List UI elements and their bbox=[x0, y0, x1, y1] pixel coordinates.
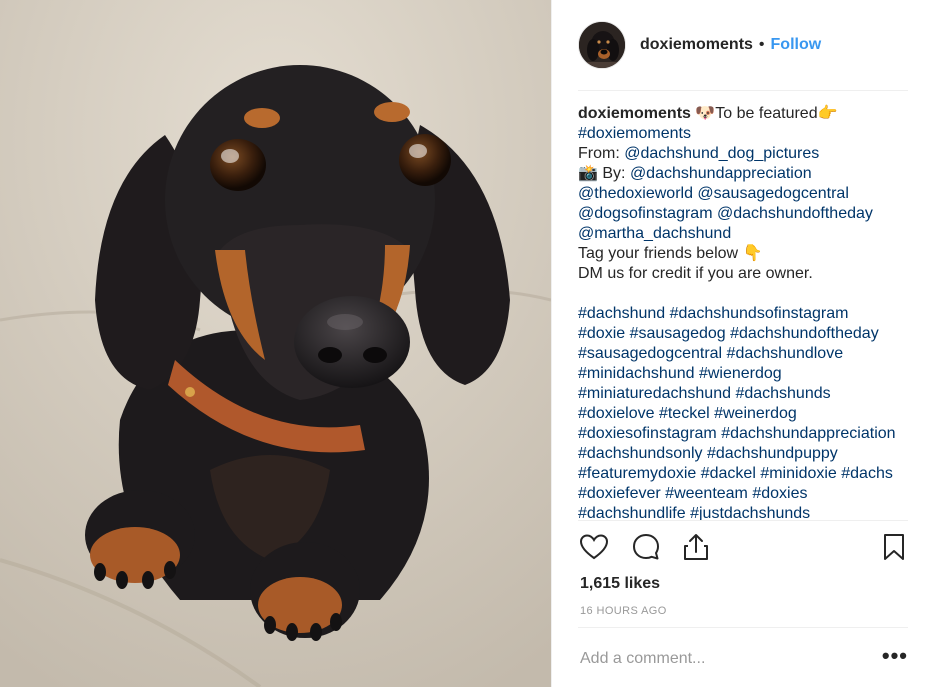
caption-divider bbox=[578, 520, 908, 521]
follow-button[interactable]: Follow bbox=[771, 36, 822, 54]
caption-text: Tag your friends below 👇 bbox=[578, 245, 763, 262]
bookmark-icon[interactable] bbox=[878, 531, 910, 563]
caption-mentions[interactable]: @dogsofinstagram @dachshundoftheday bbox=[578, 204, 920, 224]
heart-icon[interactable] bbox=[578, 531, 610, 563]
header-divider bbox=[578, 90, 908, 91]
caption-hashtags[interactable]: #featuremydoxie #dackel #minidoxie #dach… bbox=[578, 464, 920, 484]
caption-hashtag[interactable]: #doxiemoments bbox=[578, 124, 920, 144]
caption-mention[interactable]: @dachshund_dog_pictures bbox=[624, 145, 819, 162]
avatar[interactable] bbox=[578, 21, 626, 69]
caption-mentions[interactable]: @thedoxieworld @sausagedogcentral bbox=[578, 184, 920, 204]
comment-icon[interactable] bbox=[630, 531, 662, 563]
caption-text: 🐶To be featured👉 bbox=[690, 105, 838, 122]
caption-text: 📸 By: bbox=[578, 165, 630, 182]
post-header: doxiemoments • Follow bbox=[578, 20, 910, 70]
caption-text: DM us for credit if you are owner. bbox=[578, 265, 813, 282]
caption-hashtags[interactable]: #minidachshund #wienerdog bbox=[578, 364, 920, 384]
comment-input[interactable] bbox=[580, 648, 870, 670]
post-details-panel: doxiemoments • Follow doxiemoments 🐶To b… bbox=[552, 0, 934, 687]
post-photo[interactable] bbox=[0, 0, 551, 687]
separator-dot: • bbox=[758, 36, 765, 53]
more-options-button[interactable]: ••• bbox=[882, 645, 908, 667]
caption-text: From: bbox=[578, 145, 625, 162]
comment-divider bbox=[578, 627, 908, 628]
caption-hashtags[interactable]: #dachshund #dachshundsofinstagram bbox=[578, 304, 920, 324]
caption-hashtags[interactable]: #sausagedogcentral #dachshundlove bbox=[578, 344, 920, 364]
caption-hashtags[interactable]: #doxiesofinstagram #dachshundappreciatio… bbox=[578, 424, 920, 444]
caption-hashtags[interactable]: #miniaturedachshund #dachshunds bbox=[578, 384, 920, 404]
caption-mention[interactable]: @martha_dachshund bbox=[578, 224, 920, 244]
caption-hashtags[interactable]: #doxielove #teckel #weinerdog bbox=[578, 404, 920, 424]
dachshund-photo-illustration bbox=[0, 0, 551, 687]
share-icon[interactable] bbox=[680, 531, 712, 563]
caption-line: From: @dachshund_dog_pictures bbox=[578, 144, 920, 164]
caption-hashtags[interactable]: #dachshundlife #justdachshunds bbox=[578, 504, 920, 520]
post-timestamp[interactable]: 16 HOURS AGO bbox=[580, 605, 667, 617]
caption-line: 📸 By: @dachshundappreciation bbox=[578, 164, 920, 184]
caption-line: doxiemoments 🐶To be featured👉 bbox=[578, 104, 920, 124]
post-username[interactable]: doxiemoments bbox=[640, 36, 753, 54]
caption: doxiemoments 🐶To be featured👉 #doxiemome… bbox=[578, 104, 920, 520]
caption-username[interactable]: doxiemoments bbox=[578, 105, 691, 122]
caption-hashtags[interactable]: #dachshundsonly #dachshundpuppy bbox=[578, 444, 920, 464]
avatar-image bbox=[579, 22, 625, 68]
action-bar bbox=[578, 528, 910, 566]
like-count[interactable]: 1,615 likes bbox=[580, 575, 660, 593]
caption-hashtags[interactable]: #doxiefever #weenteam #doxies bbox=[578, 484, 920, 504]
caption-mention[interactable]: @dachshundappreciation bbox=[630, 165, 812, 182]
comment-row: ••• bbox=[578, 640, 910, 680]
caption-hashtags[interactable]: #doxie #sausagedog #dachshundoftheday bbox=[578, 324, 920, 344]
